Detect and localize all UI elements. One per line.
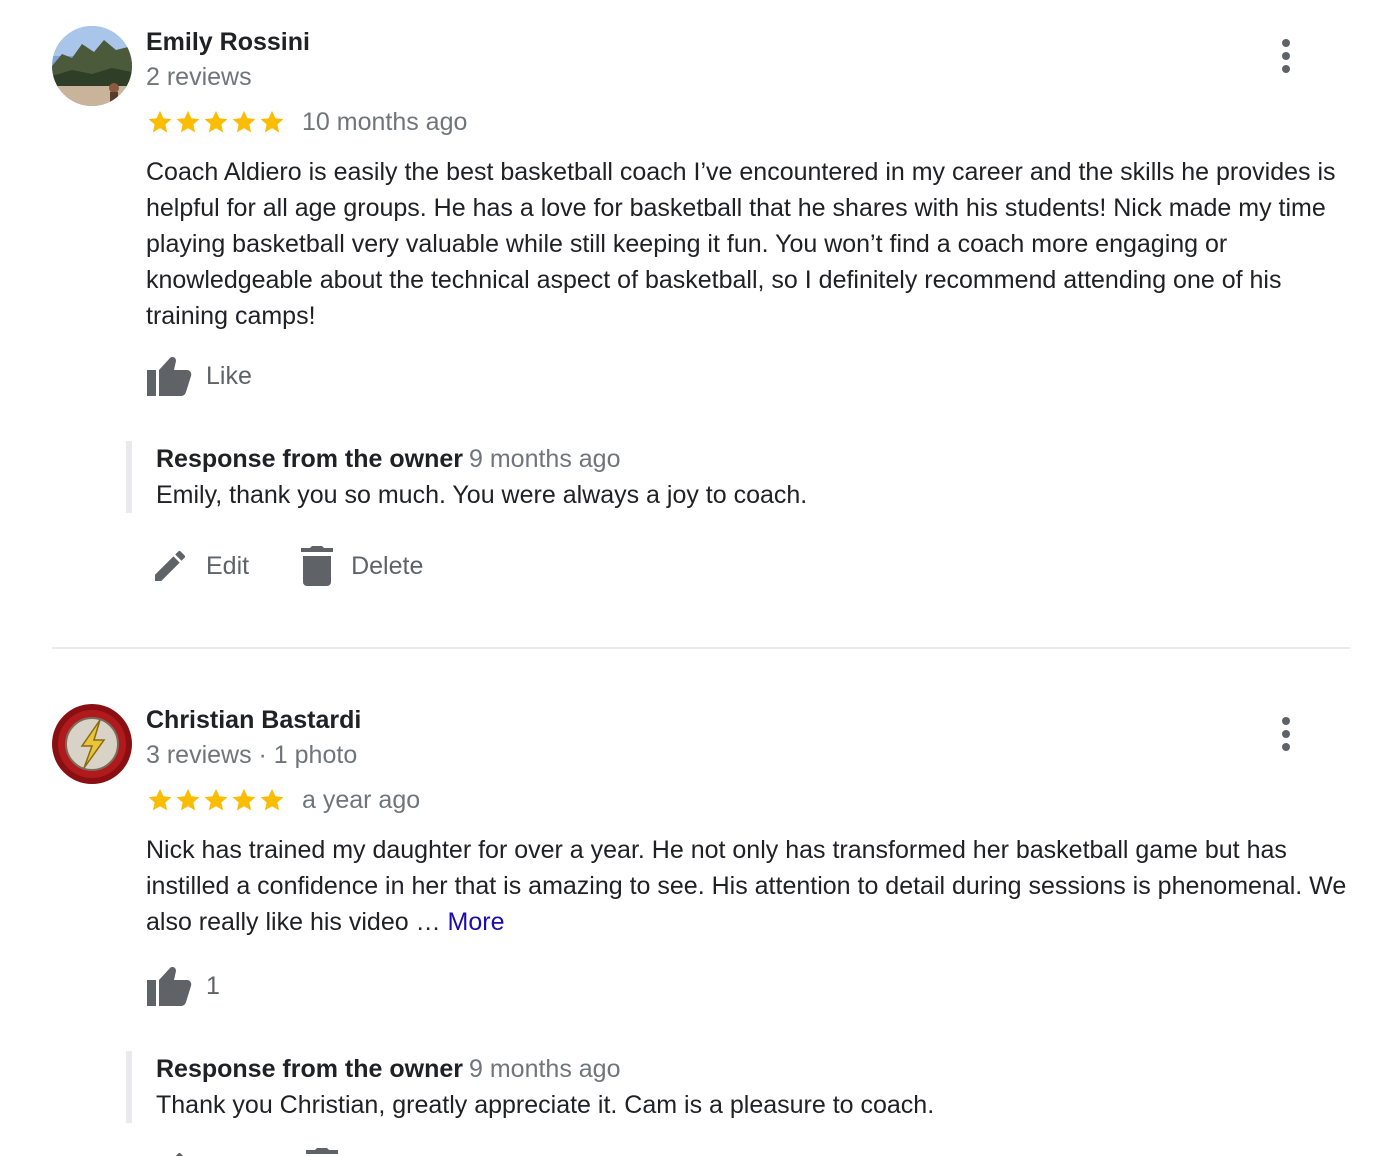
edit-button[interactable]: Edit <box>150 546 249 586</box>
reviewer-meta[interactable]: 2 reviews <box>146 61 252 93</box>
rating-row: a year ago <box>146 784 420 816</box>
response-actions: Edit Delete <box>150 544 473 588</box>
star-icon <box>260 788 284 811</box>
menu-dot <box>1282 743 1290 751</box>
star-icon <box>232 788 256 811</box>
trash-icon[interactable] <box>304 1148 340 1156</box>
delete-label: Delete <box>351 551 424 580</box>
pencil-icon[interactable] <box>150 1148 190 1156</box>
star-icon <box>148 110 172 133</box>
more-options-button[interactable] <box>1270 36 1302 76</box>
star-icon <box>148 788 172 811</box>
thumbs-up-icon <box>147 357 192 396</box>
like-button[interactable]: 1 <box>146 964 220 1008</box>
response-text: Emily, thank you so much. You were alway… <box>156 481 808 509</box>
reviewer-avatar[interactable] <box>52 26 132 106</box>
menu-dot <box>1282 65 1290 73</box>
response-text: Thank you Christian, greatly appreciate … <box>156 1091 935 1119</box>
response-header: Response from the owner 9 months ago <box>156 441 1306 477</box>
like-label: Like <box>206 361 252 390</box>
menu-dot <box>1282 730 1290 738</box>
star-icon <box>232 110 256 133</box>
star-icon <box>176 788 200 811</box>
star-icon <box>260 110 284 133</box>
reviewer-name[interactable]: Christian Bastardi <box>146 704 361 736</box>
more-options-button[interactable] <box>1270 714 1302 754</box>
star-icon <box>176 110 200 133</box>
response-title: Response from the owner <box>156 1055 463 1083</box>
response-date: 9 months ago <box>469 1055 621 1083</box>
thumbs-up-icon <box>147 967 192 1006</box>
trash-icon <box>301 546 334 586</box>
review-date: 10 months ago <box>302 107 468 136</box>
menu-dot <box>1282 52 1290 60</box>
review-text: Coach Aldiero is easily the best basketb… <box>146 158 1336 330</box>
menu-dot <box>1282 39 1290 47</box>
star-icon <box>204 110 228 133</box>
response-actions-partial <box>148 1148 348 1156</box>
delete-button[interactable]: Delete <box>299 546 423 586</box>
owner-response: Response from the owner 9 months ago Emil… <box>126 441 1306 513</box>
response-title: Response from the owner <box>156 445 463 473</box>
menu-dot <box>1282 717 1290 725</box>
edit-label: Edit <box>206 551 250 580</box>
owner-response: Response from the owner 9 months ago Than… <box>126 1051 1306 1123</box>
reviewer-meta[interactable]: 3 reviews · 1 photo <box>146 739 357 771</box>
like-button[interactable]: Like <box>146 354 252 398</box>
review-date: a year ago <box>302 785 421 814</box>
pencil-icon <box>155 550 186 581</box>
like-count: 1 <box>206 971 220 1000</box>
review-text-snippet: Nick has trained my daughter for over a … <box>146 836 1347 936</box>
rating-row: 10 months ago <box>146 106 467 138</box>
reviewer-avatar[interactable] <box>52 704 132 784</box>
star-rating <box>146 786 286 814</box>
reviewer-name[interactable]: Emily Rossini <box>146 26 310 58</box>
response-date: 9 months ago <box>469 445 621 473</box>
star-icon <box>204 788 228 811</box>
review-text: Nick has trained my daughter for over a … <box>146 832 1352 940</box>
star-rating <box>146 108 286 136</box>
more-link[interactable]: More <box>448 908 505 936</box>
response-header: Response from the owner 9 months ago <box>156 1051 1306 1087</box>
review-divider <box>52 647 1350 649</box>
